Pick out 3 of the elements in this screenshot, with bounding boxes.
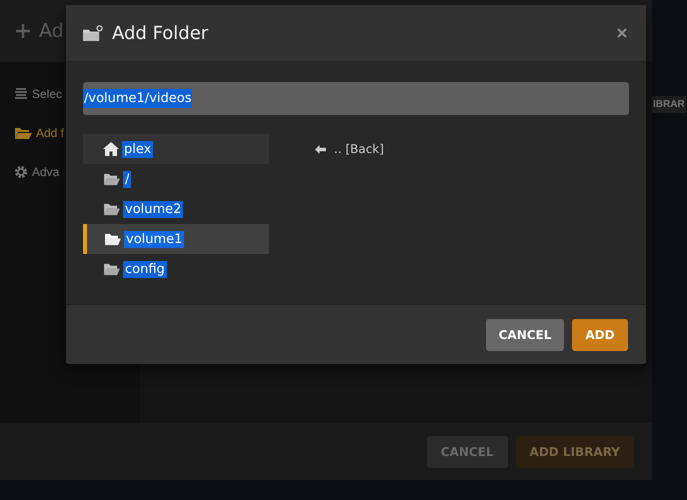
dialog-title: Ad (39, 20, 64, 42)
dialog-title: Add Folder (112, 22, 208, 44)
library-label: IBRAR (652, 96, 686, 113)
